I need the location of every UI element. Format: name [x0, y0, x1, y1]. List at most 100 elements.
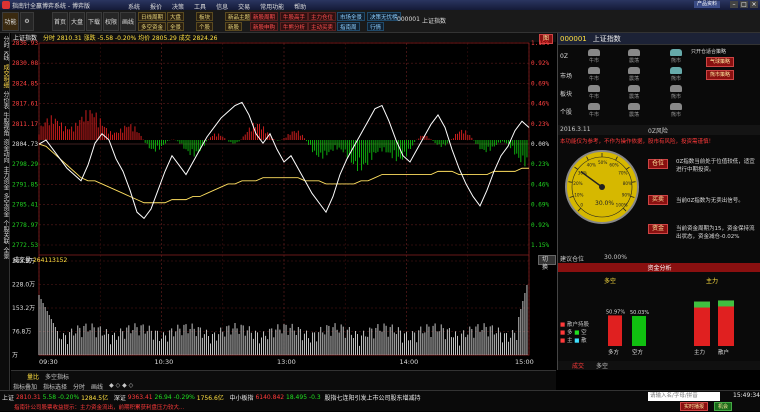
market-button[interactable]: 大盘	[69, 12, 85, 31]
switch-button[interactable]: 切换	[538, 255, 556, 271]
side-tab[interactable]: 分价表	[1, 91, 9, 109]
ticker-sz-price: 9363.41	[127, 393, 153, 401]
trade-text: 当前0Z指数为无卖出信号。	[676, 198, 744, 204]
tag-newstock-cycle[interactable]: 新股周期	[250, 12, 279, 21]
ticker-news: 股指七连阳引发上市公司股东增减持	[324, 394, 421, 402]
tab-volume-ratio[interactable]: 量比	[27, 372, 39, 381]
market-row-label: 板块	[560, 91, 573, 98]
tag-daily[interactable]: 日线周期	[138, 12, 167, 21]
time-axis-label: 15:00	[515, 358, 534, 366]
range-icon	[628, 103, 640, 110]
fund-bar	[608, 315, 622, 346]
tag-ipo[interactable]: 新股申购	[250, 22, 279, 31]
tab-longshort[interactable]: 多空指标	[45, 372, 69, 381]
download-button[interactable]: 下载	[86, 12, 102, 31]
balloon-strategy-button[interactable]: 气球策略	[706, 57, 735, 67]
market-state-label: 牛市	[589, 76, 600, 82]
tab-ls[interactable]: 多空	[596, 361, 608, 370]
toolbar: 功能 ⚙ 首页 大盘 下载 权限 画线 日线周期 多空资金 大盘 全景 板块 个…	[0, 10, 760, 33]
pct-axis-label: 1.15%	[531, 40, 549, 47]
side-tab[interactable]: 主力资金	[1, 166, 9, 190]
price-axis-label: 2804.73	[12, 141, 38, 148]
draw-button[interactable]: 画线	[120, 12, 136, 31]
main-fund-bar-top	[718, 300, 734, 307]
tag-quote[interactable]: 行情	[367, 22, 385, 31]
tag-active-trade[interactable]: 主动买卖	[308, 22, 337, 31]
bear-icon	[670, 103, 682, 110]
fund-button[interactable]: 资金	[648, 224, 669, 234]
ticker-sz-label: 深证	[113, 394, 126, 402]
search-input[interactable]: 请输入名/字母/拼音	[648, 392, 720, 401]
gauge-tick-label: 10%	[574, 193, 583, 198]
side-tab[interactable]: 资金动向	[1, 139, 9, 163]
market-state-label: 震荡	[629, 76, 640, 82]
market-state-label: 熊市	[671, 76, 682, 82]
close-icon[interactable]: ×	[750, 1, 758, 8]
tag-stock[interactable]: 个股	[196, 22, 214, 31]
tag-longshort[interactable]: 多空资金	[138, 22, 167, 31]
tag-theme[interactable]: 新品主题	[225, 12, 254, 21]
bear-icon	[670, 67, 682, 74]
price-axis-label: 2772.53	[12, 242, 38, 249]
tab-deal[interactable]: 成交	[572, 361, 584, 370]
tag-panorama[interactable]: 全景	[167, 22, 185, 31]
side-tab[interactable]: 个股关联	[1, 220, 9, 244]
title-bar: 指南针全赢博弈系统 - 博弈版 系统 报价 决策 工具 信息 交易 常用功能 帮…	[0, 0, 760, 11]
tag-sector[interactable]: 板块	[196, 12, 214, 21]
home-button[interactable]: 首页	[52, 12, 68, 31]
bull-icon	[588, 85, 600, 92]
gauge-tick-label: 40%	[587, 163, 596, 168]
time-axis-label: 10:30	[155, 358, 174, 366]
intraday-chart[interactable]: 上证指数 分时 2810.31 涨跌 -5.58 -0.20% 均价 2805.…	[11, 33, 556, 370]
live-report-button[interactable]: 实时播报	[680, 402, 709, 411]
tag-bull-bear[interactable]: 牛熊分析	[280, 22, 309, 31]
ticker-sme-pct: -0.3	[308, 393, 321, 401]
status-bar: 上证 2810.31 5.58 -0.20% 1284.5亿 深证 9363.4…	[0, 390, 760, 411]
legend-retail: 散户持股	[566, 322, 589, 328]
minimize-icon[interactable]: –	[730, 1, 738, 8]
price-axis-label: 2811.17	[12, 121, 38, 128]
legend-main: 主	[566, 338, 573, 344]
price-axis-label: 2836.93	[12, 40, 38, 47]
side-tab[interactable]: 分时	[1, 36, 9, 48]
gear-icon[interactable]: ⚙	[20, 12, 34, 31]
tag-bull-master[interactable]: 牛股高手	[280, 12, 309, 21]
side-tab[interactable]: K线	[1, 51, 9, 61]
permission-button[interactable]: 权限	[103, 12, 119, 31]
maximize-icon[interactable]: □	[740, 1, 748, 8]
tag-newstock[interactable]: 新股	[225, 22, 243, 31]
bull-icon	[588, 67, 600, 74]
market-row-label: 0Z	[560, 53, 568, 60]
suggest-row: 建议仓位 30.00%	[560, 254, 627, 263]
ticker-sh-vol: 1284.5亿	[81, 394, 109, 402]
pct-axis-label: 0.69%	[531, 80, 549, 87]
position-button[interactable]: 仓位	[648, 159, 669, 169]
side-tab[interactable]: 牛股视角	[1, 112, 9, 136]
clock: 15:49:34	[733, 392, 760, 399]
window-controls: – □ ×	[730, 1, 758, 8]
market-state-label: 熊市	[671, 112, 682, 118]
volume-title: 成交量	[13, 257, 32, 264]
side-tab[interactable]: 全景	[1, 247, 9, 259]
bear-icon	[670, 85, 682, 92]
stock-name: 上证指数	[422, 18, 447, 25]
product-info-button[interactable]: 产品资料	[693, 1, 720, 8]
opportunity-button[interactable]: 机会	[714, 402, 733, 411]
ticker-sz-pct: -0.29%	[173, 393, 195, 401]
right-panel: 000001 上证指数 0Z 牛市 震荡 熊市 市场 牛市 震荡 熊市 板块 牛市 震荡 熊市 个股 牛市…	[557, 33, 760, 370]
market-state-label: 牛市	[589, 58, 600, 64]
tag-compass[interactable]: 指南周	[337, 22, 360, 31]
side-tab[interactable]: 成交明细	[1, 64, 9, 88]
function-button[interactable]: 功能	[2, 12, 19, 31]
volume-axis-label: 76.8万	[12, 329, 31, 336]
tag-market-panorama[interactable]: 市场全景	[337, 12, 366, 21]
tag-market[interactable]: 大盘	[167, 12, 185, 21]
tag-decision[interactable]: 决策无忧榜	[367, 12, 401, 21]
pct-axis-label: 0.92%	[531, 222, 549, 229]
tag-main-position[interactable]: 主力仓位	[308, 12, 337, 21]
bear-strategy-button[interactable]: 熊市策略	[706, 70, 735, 80]
trade-button[interactable]: 买卖	[648, 195, 669, 205]
side-tab[interactable]: 多空资金	[1, 193, 9, 217]
main-fund-bar	[718, 300, 734, 346]
bear-icon	[670, 49, 682, 56]
